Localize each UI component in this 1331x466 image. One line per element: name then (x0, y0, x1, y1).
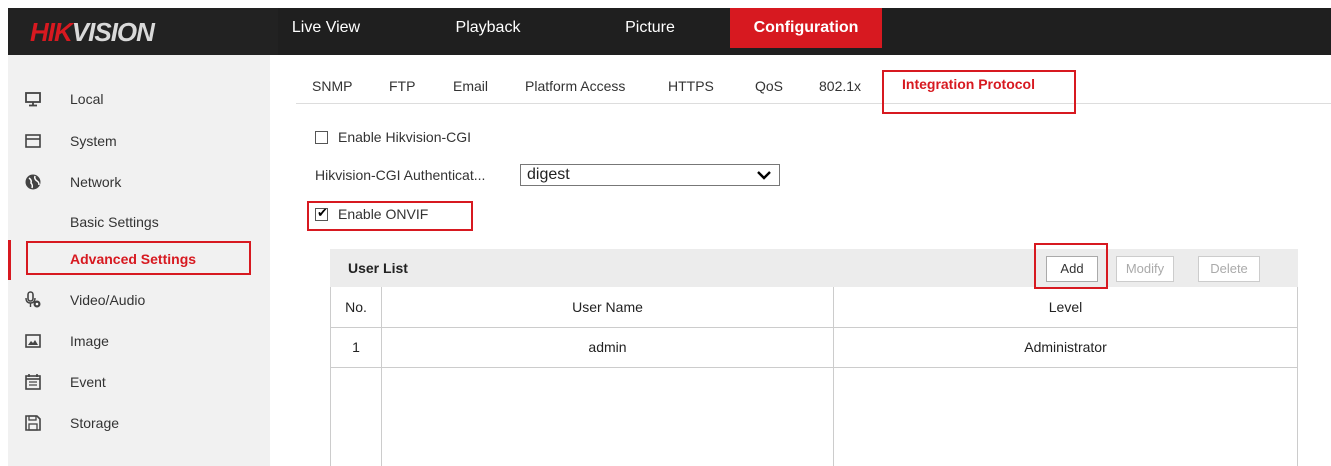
sidebar-item-label: System (70, 133, 117, 149)
chevron-down-icon (757, 166, 771, 184)
microphone-video-icon (24, 291, 42, 309)
modify-user-button[interactable]: Modify (1116, 256, 1174, 282)
brand-logo: HIKVISION (8, 8, 278, 55)
delete-user-button[interactable]: Delete (1198, 256, 1260, 282)
sidebar-item-network[interactable]: Network (8, 162, 270, 202)
nav-picture[interactable]: Picture (610, 8, 690, 48)
sidebar-item-local[interactable]: Local (8, 79, 270, 119)
sidebar-item-storage[interactable]: Storage (8, 403, 270, 443)
enable-onvif-label: Enable ONVIF (338, 206, 429, 222)
tab-email[interactable]: Email (453, 78, 488, 94)
brand-part1: HIK (30, 17, 73, 47)
column-header-user-name: User Name (572, 299, 643, 315)
add-user-button[interactable]: Add (1046, 256, 1098, 282)
nav-configuration[interactable]: Configuration (730, 8, 882, 48)
tab-integration-protocol[interactable]: Integration Protocol (902, 76, 1035, 92)
cgi-auth-select[interactable]: digest (520, 164, 780, 186)
window-icon (24, 132, 42, 150)
tab-https[interactable]: HTTPS (668, 78, 714, 94)
checkmark-icon: ✔ (317, 205, 328, 220)
user-table: No. User Name Level 1 admin Administrato… (330, 287, 1298, 466)
sidebar-subitem-advanced-settings[interactable]: Advanced Settings (8, 240, 270, 280)
tab-ftp[interactable]: FTP (389, 78, 415, 94)
nav-live-view[interactable]: Live View (286, 8, 366, 48)
cell-no: 1 (352, 339, 360, 355)
sidebar-subitem-label: Basic Settings (70, 214, 159, 230)
sidebar-item-event[interactable]: Event (8, 362, 270, 402)
user-list-header: User List Add Modify Delete (330, 249, 1298, 287)
sidebar: Local System Network Basic Settings Adva… (8, 55, 270, 466)
sidebar-item-label: Event (70, 374, 106, 390)
nav-playback[interactable]: Playback (443, 8, 533, 48)
tab-qos[interactable]: QoS (755, 78, 783, 94)
sidebar-item-label: Network (70, 174, 122, 190)
tab-802-1x[interactable]: 802.1x (819, 78, 861, 94)
brand-part2: VISION (71, 17, 155, 47)
enable-cgi-label: Enable Hikvision-CGI (338, 129, 472, 145)
column-header-level: Level (1048, 299, 1083, 315)
user-list-title: User List (348, 260, 408, 276)
tab-platform-access[interactable]: Platform Access (525, 78, 625, 94)
sidebar-item-label: Local (70, 91, 104, 107)
cgi-auth-value: digest (527, 166, 570, 183)
top-bar: HIKVISION Live View Playback Picture Con… (0, 0, 1331, 55)
enable-cgi-checkbox[interactable] (315, 131, 328, 144)
sidebar-item-label: Image (70, 333, 109, 349)
sidebar-subitem-basic-settings[interactable]: Basic Settings (8, 203, 270, 243)
tab-bar: SNMP FTP Email Platform Access HTTPS QoS… (296, 70, 1331, 104)
cell-level: Administrator (1024, 339, 1107, 355)
image-icon (24, 332, 42, 350)
floppy-disk-icon (24, 414, 42, 432)
sidebar-subitem-label: Advanced Settings (70, 251, 197, 267)
calendar-icon (24, 373, 42, 391)
globe-icon (24, 173, 42, 191)
sidebar-item-label: Storage (70, 415, 120, 431)
sidebar-item-image[interactable]: Image (8, 321, 270, 361)
monitor-icon (24, 90, 42, 108)
cell-user-name: admin (588, 339, 627, 355)
sidebar-item-label: Video/Audio (70, 292, 146, 308)
sidebar-item-system[interactable]: System (8, 121, 270, 161)
active-indicator (8, 240, 11, 280)
column-header-no: No. (345, 299, 367, 315)
sidebar-item-video-audio[interactable]: Video/Audio (8, 280, 270, 320)
enable-onvif-checkbox[interactable]: ✔ (315, 205, 328, 221)
cgi-auth-label: Hikvision-CGI Authenticat... (315, 167, 486, 183)
tab-snmp[interactable]: SNMP (312, 78, 352, 94)
